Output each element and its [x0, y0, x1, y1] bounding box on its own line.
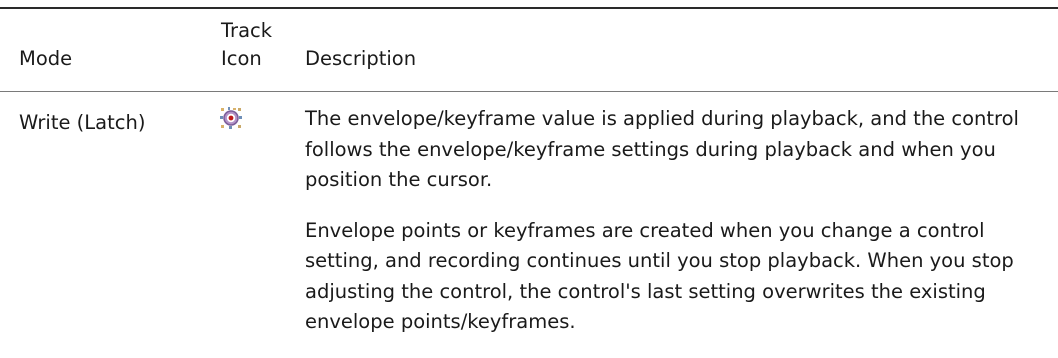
write-latch-track-icon — [220, 107, 242, 129]
header-description: Description — [305, 47, 417, 70]
description-paragraph: The envelope/keyframe value is applied d… — [305, 107, 1019, 191]
table-top-rule — [0, 7, 1058, 9]
description-paragraph: Envelope points or keyframes are created… — [305, 218, 1014, 334]
row-description: The envelope/keyframe value is applied d… — [305, 104, 1025, 358]
row-mode: Write (Latch) — [19, 111, 146, 134]
header-rule — [0, 91, 1058, 92]
header-mode: Mode — [19, 47, 73, 70]
header-track-icon: Track Icon — [221, 19, 273, 70]
